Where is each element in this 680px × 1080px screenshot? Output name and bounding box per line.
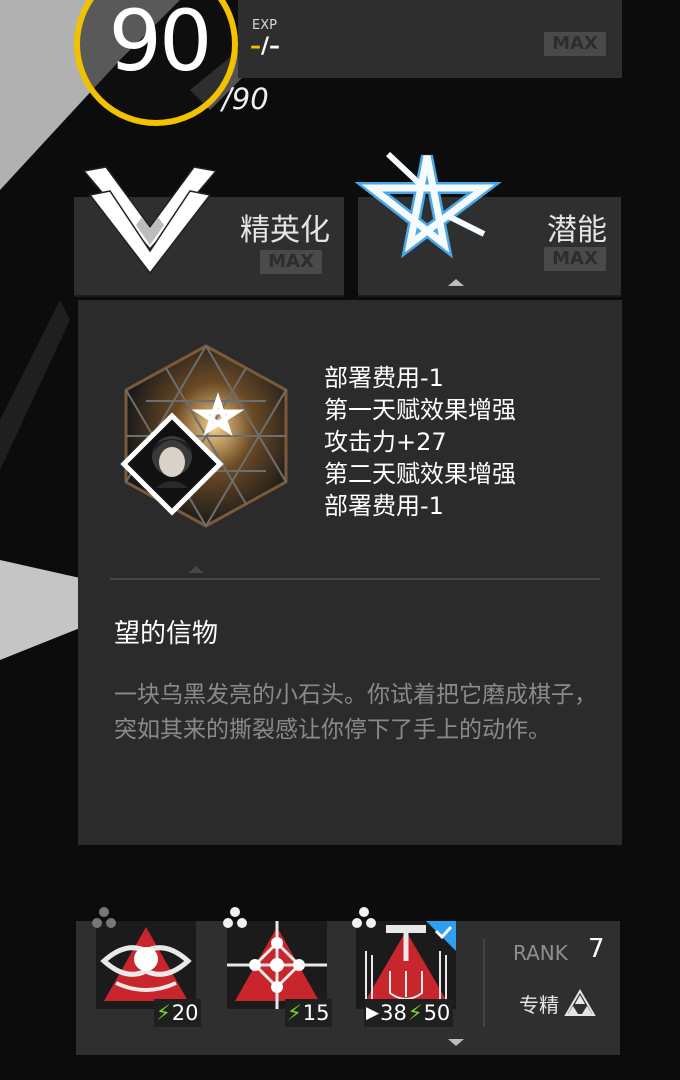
skill-3-sp-cost: 50 <box>423 1001 451 1025</box>
exp-value: –/– <box>250 34 280 59</box>
skill-bar-caret-icon <box>448 1039 464 1046</box>
potential-max-badge: MAX <box>544 247 606 271</box>
token-divider <box>110 578 600 580</box>
potential-bonus-list: 部署费用-1 第一天赋效果增强 攻击力+27 第二天赋效果增强 部署费用-1 <box>324 362 516 522</box>
bonus-item: 部署费用-1 <box>324 364 444 392</box>
sp-bolt-icon: ⚡ <box>287 1001 302 1025</box>
rank-label: RANK <box>513 941 568 965</box>
rank-value: 7 <box>588 934 605 964</box>
skill-3-sp-badge: ▶ 38 ⚡ 50 <box>364 999 454 1027</box>
skill-2-tier-icon <box>223 907 247 928</box>
initial-sp-play-icon: ▶ <box>366 1003 380 1023</box>
bonus-item: 第二天赋效果增强 <box>324 460 516 488</box>
bonus-item: 部署费用-1 <box>324 492 444 520</box>
token-image[interactable] <box>108 338 304 534</box>
skill-2-icon <box>227 921 327 1009</box>
skill-2-sp-cost: 15 <box>302 1001 330 1025</box>
skill-3-tier-icon <box>352 907 376 928</box>
potential-star-icon <box>354 151 502 259</box>
exp-label: EXP <box>252 18 277 33</box>
sp-bolt-icon: ⚡ <box>407 1001 423 1025</box>
token-name: 望的信物 <box>114 619 219 649</box>
skill-3-initial-sp: 38 <box>380 1001 407 1025</box>
skill-3-icon <box>356 921 456 1009</box>
skill-1-tier-icon <box>92 907 116 928</box>
sp-bolt-icon: ⚡ <box>156 1001 171 1025</box>
exp-value-rest: /– <box>261 34 281 59</box>
token-panel: 部署费用-1 第一天赋效果增强 攻击力+27 第二天赋效果增强 部署费用-1 望… <box>78 300 622 845</box>
elite-chevrons-icon <box>82 166 218 275</box>
potential-caret-icon <box>448 279 464 286</box>
skill-bar-divider <box>483 939 485 1027</box>
token-divider-caret-icon <box>188 566 204 573</box>
skill-2-sp-badge: ⚡ 15 <box>285 999 333 1027</box>
potential-label: 潜能 <box>547 213 607 248</box>
bonus-item: 攻击力+27 <box>324 428 447 456</box>
elite-label: 精英化 <box>240 213 330 248</box>
skill-bar: ⚡ 20 ⚡ 15 ▶ 38 ⚡ 50 RANK 7 专精 <box>76 907 620 1055</box>
specialization-icon[interactable] <box>564 989 596 1017</box>
skill-1-sp-cost: 20 <box>171 1001 199 1025</box>
exp-max-badge: MAX <box>544 32 606 56</box>
exp-value-dash: – <box>250 34 261 59</box>
token-description: 一块乌黑发亮的小石头。你试着把它磨成棋子，突如其来的撕裂感让你停下了手上的动作。 <box>114 682 597 743</box>
level-max: /90 <box>222 82 269 116</box>
level-value: 90 <box>108 0 213 90</box>
skill-1-sp-badge: ⚡ 20 <box>154 999 202 1027</box>
elite-max-badge: MAX <box>260 250 322 274</box>
specialization-label: 专精 <box>519 993 559 1017</box>
exp-panel: EXP –/– MAX <box>238 0 622 78</box>
skill-1-icon <box>96 921 196 1009</box>
bonus-item: 第一天赋效果增强 <box>324 396 516 424</box>
